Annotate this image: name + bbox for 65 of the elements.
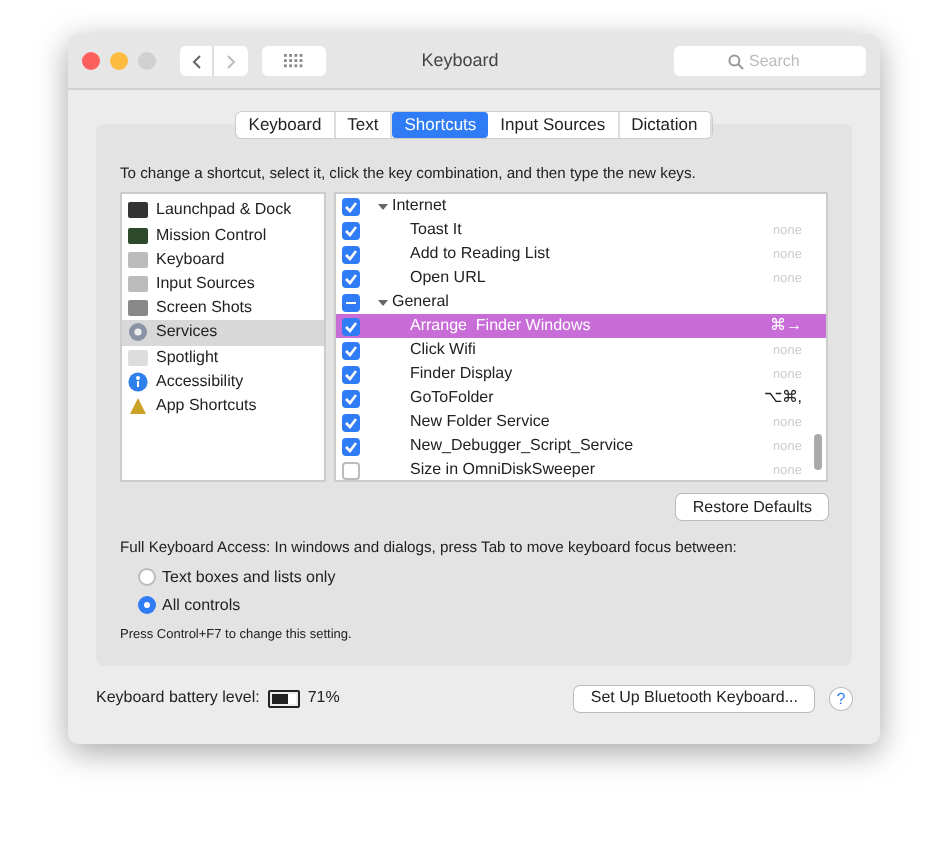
checkbox[interactable] — [342, 341, 360, 360]
shortcut-keys: ⌘→ — [770, 314, 802, 339]
battery-icon — [267, 689, 300, 708]
search-input[interactable]: Search — [749, 49, 813, 73]
radio-option[interactable]: Text boxes and lists only — [138, 565, 828, 590]
checkbox[interactable] — [342, 365, 360, 384]
disclosure-triangle-icon — [378, 201, 388, 212]
show-all-button[interactable] — [262, 46, 326, 76]
tab[interactable]: Shortcuts — [392, 112, 489, 138]
category-item[interactable]: Screen Shots — [122, 296, 324, 321]
restore-defaults-button[interactable]: Restore Defaults — [676, 494, 828, 521]
checkbox[interactable] — [342, 389, 360, 408]
checkbox[interactable] — [342, 269, 360, 288]
category-item[interactable]: Input Sources — [122, 271, 324, 297]
category-item[interactable]: Mission Control — [122, 223, 324, 248]
shortcut-name: Toast It — [410, 218, 464, 243]
chevron-right-icon — [226, 53, 236, 69]
shortcut-row[interactable]: GoToFolder ⌥⌘, — [336, 386, 826, 411]
checkbox[interactable] — [342, 221, 360, 240]
category-item[interactable]: Accessibility — [122, 369, 324, 394]
checkbox[interactable] — [342, 437, 360, 456]
close-button[interactable] — [82, 52, 100, 70]
category-icon — [128, 349, 148, 366]
accessibility-icon — [128, 371, 148, 392]
shortcut-name: Click Wifi — [410, 338, 478, 363]
category-item[interactable]: Launchpad & Dock — [122, 198, 324, 224]
category-item[interactable]: Keyboard — [122, 247, 324, 272]
category-item[interactable]: Spotlight — [122, 345, 324, 370]
checkbox[interactable] — [342, 293, 360, 312]
shortcut-name: Add to Reading List — [410, 242, 552, 267]
shortcut-name: GoToFolder — [410, 386, 496, 411]
checkbox[interactable] — [342, 245, 360, 264]
checkbox[interactable] — [342, 197, 360, 216]
disclosure-triangle-icon — [378, 297, 388, 308]
group-label: General — [392, 290, 449, 315]
chevron-left-icon — [191, 53, 201, 69]
bluetooth-setup-button[interactable]: Set Up Bluetooth Keyboard... — [574, 685, 814, 712]
shortcut-name: New_Debugger_Script_Service — [410, 434, 636, 459]
battery-label: Keyboard battery level: — [96, 686, 260, 711]
shortcut-name: New Folder Service — [410, 410, 552, 435]
grid-icon — [284, 54, 304, 68]
shortcut-name: Size in OmniDiskSweeper — [410, 458, 597, 481]
shortcut-name: Finder Display — [410, 362, 515, 387]
checkbox[interactable] — [342, 317, 360, 336]
shortcut-name: Open URL — [410, 266, 488, 291]
battery-reading: 71% — [307, 686, 340, 711]
search-field[interactable]: Search — [674, 46, 866, 76]
help-button[interactable]: ? — [830, 687, 852, 710]
radio-button[interactable] — [138, 568, 156, 587]
shortcut-row[interactable]: General — [336, 290, 826, 315]
shortcut-name: Arrange Finder Windows — [410, 314, 593, 339]
gear-icon — [128, 322, 148, 343]
scrollbar-thumb[interactable] — [814, 434, 822, 471]
app-shortcuts-icon — [128, 395, 148, 416]
search-icon — [727, 53, 743, 69]
category-item[interactable]: App Shortcuts — [122, 393, 324, 419]
checkbox[interactable] — [342, 413, 360, 432]
window-title: Keyboard — [419, 47, 501, 74]
checkbox[interactable] — [342, 461, 360, 480]
radio-option[interactable]: All controls — [138, 593, 828, 618]
shortcut-row[interactable]: Internet — [336, 194, 826, 219]
category-item[interactable]: Services — [122, 320, 324, 346]
radio-button[interactable] — [138, 596, 156, 615]
group-label: Internet — [392, 194, 447, 219]
shortcut-keys: ⌥⌘, — [763, 386, 802, 411]
